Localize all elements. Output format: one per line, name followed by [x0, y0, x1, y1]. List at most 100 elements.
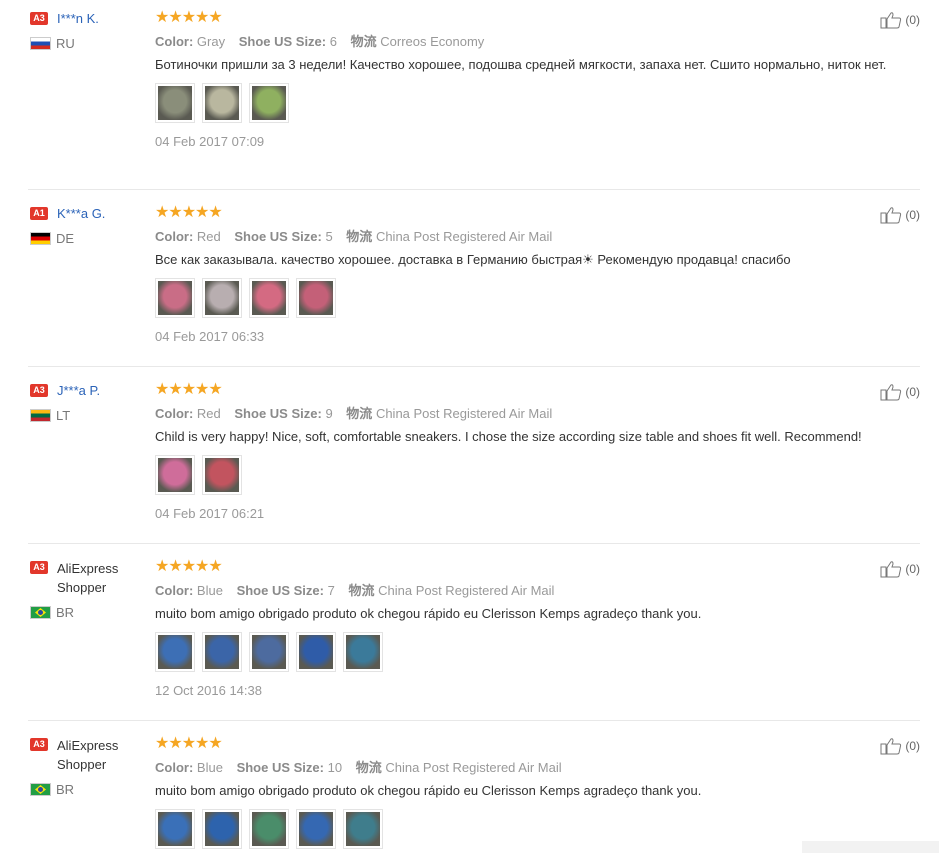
shipping-label: 物流 [355, 760, 382, 775]
star-icon: ★ [155, 204, 169, 221]
shipping-label: 物流 [348, 583, 375, 598]
star-icon: ★ [181, 381, 196, 398]
review-photo[interactable] [249, 278, 289, 318]
star-rating: ★★★★★ [155, 10, 895, 26]
order-info: Color: Red Shoe US Size: 9 物流 China Post… [155, 405, 895, 422]
size-value: 10 [327, 760, 343, 775]
reviewer-name: AliExpress Shopper [57, 561, 119, 595]
review-text: Child is very happy! Nice, soft, comfort… [155, 429, 862, 444]
order-info: Color: Blue Shoe US Size: 7 物流 China Pos… [155, 582, 895, 599]
review-date: 04 Feb 2017 07:09 [155, 134, 265, 149]
star-icon: ★ [181, 735, 196, 752]
review-photo[interactable] [296, 632, 336, 672]
star-icon: ★ [195, 9, 209, 26]
review-photo[interactable] [155, 278, 195, 318]
review-photos [155, 632, 895, 672]
star-icon: ★ [208, 558, 222, 575]
shipping-value: China Post Registered Air Mail [375, 229, 553, 244]
review-photo[interactable] [343, 809, 383, 849]
reviewer-info: A3 I***n K. RU [30, 10, 140, 51]
review-photo[interactable] [155, 83, 195, 123]
scroll-footer-bar [802, 841, 939, 853]
review-photo[interactable] [343, 632, 383, 672]
reviewer-name[interactable]: I***n K. [57, 10, 99, 28]
size-value: 5 [325, 229, 333, 244]
review-text: muito bom amigo obrigado produto ok cheg… [155, 783, 702, 798]
review-photo[interactable] [249, 809, 289, 849]
thumbs-up-icon [880, 561, 902, 578]
star-icon: ★ [155, 9, 169, 26]
order-info: Color: Gray Shoe US Size: 6 物流 Correos E… [155, 33, 895, 50]
review-photo[interactable] [202, 632, 242, 672]
reviewer-info: A3 AliExpress Shopper BR [30, 559, 140, 620]
review-photo[interactable] [155, 455, 195, 495]
review-photo[interactable] [155, 632, 195, 672]
review-photo[interactable] [202, 278, 242, 318]
helpful-count: (0) [905, 562, 920, 576]
country-flag-icon [30, 37, 51, 50]
helpful-button[interactable]: (0) [880, 737, 920, 755]
country-flag-icon [30, 606, 51, 619]
order-info: Color: Red Shoe US Size: 5 物流 China Post… [155, 228, 895, 245]
reviewer-name[interactable]: J***a P. [57, 382, 100, 400]
review-photo[interactable] [202, 83, 242, 123]
helpful-button[interactable]: (0) [880, 206, 920, 224]
country-flag-icon [30, 783, 51, 796]
reviewer-name: AliExpress Shopper [57, 738, 119, 772]
country-flag-icon [30, 232, 51, 245]
star-icon: ★ [208, 204, 222, 221]
size-value: 7 [327, 583, 335, 598]
review-photo[interactable] [249, 632, 289, 672]
review-photo[interactable] [296, 809, 336, 849]
buyer-level-badge: A3 [30, 12, 48, 25]
review-photo[interactable] [202, 455, 242, 495]
star-icon: ★ [195, 204, 209, 221]
star-rating: ★★★★★ [155, 559, 895, 575]
review-photos [155, 278, 895, 318]
star-rating: ★★★★★ [155, 205, 895, 221]
buyer-level-badge: A1 [30, 207, 48, 220]
star-rating: ★★★★★ [155, 382, 895, 398]
star-icon: ★ [195, 381, 209, 398]
reviewer-info: A3 AliExpress Shopper BR [30, 736, 140, 797]
size-value: 9 [325, 406, 333, 421]
review-photo[interactable] [249, 83, 289, 123]
review-divider [28, 189, 920, 190]
star-icon: ★ [155, 735, 169, 752]
color-label: Color: [155, 583, 194, 598]
reviewer-name[interactable]: K***a G. [57, 205, 105, 223]
helpful-button[interactable]: (0) [880, 11, 920, 29]
helpful-count: (0) [905, 208, 920, 222]
review-photo[interactable] [202, 809, 242, 849]
star-icon: ★ [208, 9, 222, 26]
thumbs-up-icon [880, 384, 902, 401]
star-rating: ★★★★★ [155, 736, 895, 752]
shipping-value: Correos Economy [380, 34, 485, 49]
country-code: LT [56, 408, 71, 423]
size-label: Shoe US Size: [234, 406, 322, 421]
helpful-count: (0) [905, 13, 920, 27]
star-icon: ★ [208, 381, 222, 398]
star-icon: ★ [168, 735, 182, 752]
thumbs-up-icon [880, 12, 902, 29]
size-label: Shoe US Size: [236, 760, 324, 775]
size-label: Shoe US Size: [234, 229, 322, 244]
review-text: Все как заказывала. качество хорошее. до… [155, 252, 791, 267]
color-label: Color: [155, 760, 194, 775]
helpful-button[interactable]: (0) [880, 560, 920, 578]
star-icon: ★ [168, 381, 182, 398]
size-label: Shoe US Size: [238, 34, 327, 49]
shipping-label: 物流 [346, 229, 373, 244]
star-icon: ★ [181, 558, 196, 575]
helpful-button[interactable]: (0) [880, 383, 920, 401]
buyer-level-badge: A3 [30, 384, 48, 397]
helpful-count: (0) [905, 385, 920, 399]
shipping-label: 物流 [350, 34, 377, 49]
order-info: Color: Blue Shoe US Size: 10 物流 China Po… [155, 759, 895, 776]
review-photo[interactable] [155, 809, 195, 849]
country-code: BR [56, 605, 75, 620]
review-photo[interactable] [296, 278, 336, 318]
review-date: 04 Feb 2017 06:21 [155, 506, 265, 521]
review-text: Ботиночки пришли за 3 недели! Качество х… [155, 57, 887, 72]
star-icon: ★ [181, 9, 196, 26]
